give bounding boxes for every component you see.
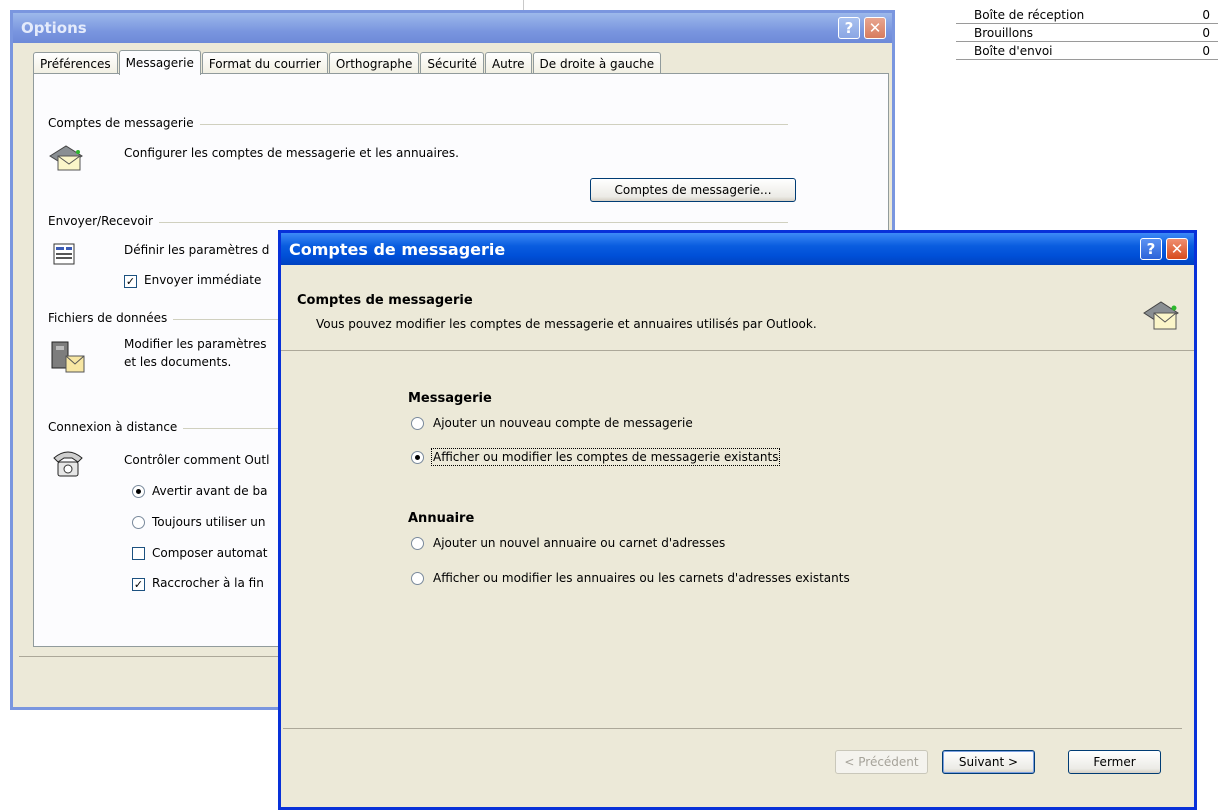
close-button[interactable]: ✕ [1166,238,1188,260]
footer-divider [283,728,1182,729]
group-label-connexion: Connexion à distance [48,420,184,434]
close-icon: ✕ [1170,240,1184,258]
previous-button[interactable]: < Précédent [835,750,928,774]
toujours-label: Toujours utiliser un [152,515,266,529]
folder-name: Boîte de réception [974,7,1085,22]
dialog-title: Comptes de messagerie [289,239,506,259]
add-account-label[interactable]: Ajouter un nouveau compte de messagerie [433,416,693,430]
avertir-label: Avertir avant de ba [152,484,268,498]
options-title: Options [21,19,87,37]
help-icon: ? [1146,240,1156,258]
add-directory-label[interactable]: Ajouter un nouvel annuaire ou carnet d'a… [433,536,725,550]
phone-icon [50,446,86,483]
help-button[interactable]: ? [838,17,860,39]
group-label-fichiers: Fichiers de données [48,311,174,325]
tab-format-courrier[interactable]: Format du courrier [201,52,328,74]
envoyer-checkbox[interactable]: ✓ [124,275,137,288]
toujours-radio[interactable] [132,516,145,529]
tab-messagerie[interactable]: Messagerie [118,50,201,75]
view-accounts-label[interactable]: Afficher ou modifier les comptes de mess… [430,448,781,466]
comptes-messagerie-button[interactable]: Comptes de messagerie... [590,178,796,202]
close-button[interactable]: ✕ [864,17,886,39]
dialog-titlebar[interactable]: Comptes de messagerie ? ✕ [281,233,1194,265]
envoyer-check-label: Envoyer immédiate [144,273,262,287]
envoyer-description: Définir les paramètres d [124,243,270,257]
add-directory-radio[interactable] [411,537,424,550]
fichiers-description-1: Modifier les paramètres [124,337,267,351]
help-icon: ? [844,19,854,37]
folder-count: 0 [1202,25,1210,40]
tab-droite-gauche[interactable]: De droite à gauche [532,52,662,74]
comptes-dialog: Comptes de messagerie ? ✕ Comptes de mes… [278,230,1197,810]
folder-row-inbox[interactable]: Boîte de réception 0 [956,6,1218,24]
folder-list: Boîte de réception 0 Brouillons 0 Boîte … [956,6,1218,60]
composer-label: Composer automat [152,546,268,560]
view-directories-label[interactable]: Afficher ou modifier les annuaires ou le… [433,571,850,585]
avertir-radio[interactable] [132,485,145,498]
folder-count: 0 [1202,43,1210,58]
view-directories-radio[interactable] [411,572,424,585]
mail-accounts-icon [1142,297,1180,336]
next-button[interactable]: Suivant > [942,750,1035,774]
tab-securite[interactable]: Sécurité [420,52,484,74]
group-divider [48,222,788,223]
tab-autre[interactable]: Autre [484,52,532,74]
data-files-icon [48,338,88,381]
group-label-envoyer: Envoyer/Recevoir [48,214,159,228]
folder-name: Boîte d'envoi [974,43,1053,58]
group-label-comptes: Comptes de messagerie [48,116,200,130]
wizard-header-title: Comptes de messagerie [297,293,473,308]
raccrocher-label: Raccrocher à la fin [152,576,264,590]
raccrocher-checkbox[interactable]: ✓ [132,578,145,591]
annuaire-heading: Annuaire [408,511,475,526]
send-receive-icon [52,242,78,271]
fichiers-description-2: et les documents. [124,355,232,369]
close-icon: ✕ [868,19,882,37]
connexion-description: Contrôler comment Outl [124,453,270,467]
folder-row-drafts[interactable]: Brouillons 0 [956,24,1218,42]
composer-checkbox[interactable] [132,547,145,560]
messagerie-heading: Messagerie [408,391,492,406]
mail-accounts-icon [48,142,84,175]
wizard-header-subtitle: Vous pouvez modifier les comptes de mess… [316,317,817,331]
add-account-radio[interactable] [411,417,424,430]
folder-count: 0 [1202,7,1210,22]
folder-name: Brouillons [974,25,1034,40]
tab-orthographe[interactable]: Orthographe [328,52,420,74]
tab-preferences[interactable]: Préférences [33,52,118,74]
folder-row-outbox[interactable]: Boîte d'envoi 0 [956,42,1218,60]
options-tabs: Préférences Messagerie Format du courrie… [33,49,662,75]
view-accounts-radio[interactable] [411,451,424,464]
wizard-header: Comptes de messagerie Vous pouvez modifi… [281,265,1194,347]
options-titlebar[interactable]: Options ? ✕ [13,13,892,43]
close-dialog-button[interactable]: Fermer [1068,750,1161,774]
help-button[interactable]: ? [1140,238,1162,260]
header-divider [281,350,1194,351]
comptes-description: Configurer les comptes de messagerie et … [124,146,459,160]
